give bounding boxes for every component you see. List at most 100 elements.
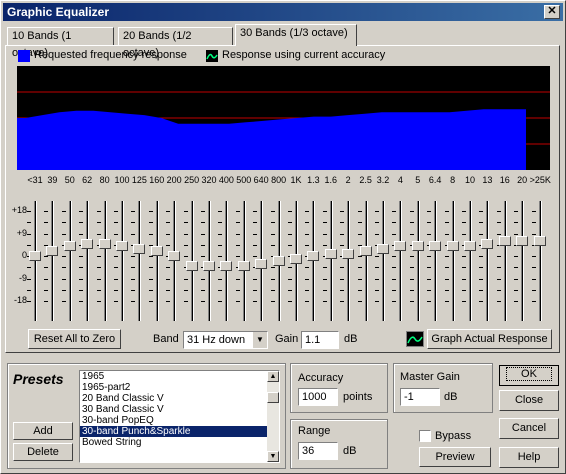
- slider-thumb[interactable]: [429, 241, 442, 251]
- slider-tick: [479, 256, 484, 257]
- slider-thumb[interactable]: [220, 261, 233, 271]
- slider-track[interactable]: [51, 201, 55, 321]
- master-gain-input[interactable]: -1: [400, 388, 440, 406]
- list-item[interactable]: 1965: [80, 371, 279, 382]
- band-select[interactable]: 31 Hz down ▼: [183, 331, 268, 349]
- slider-tick: [148, 267, 153, 269]
- chevron-down-icon[interactable]: ▼: [253, 332, 267, 348]
- slider-track[interactable]: [416, 201, 420, 321]
- tab-30-bands[interactable]: 30 Bands (1/3 octave): [235, 24, 357, 46]
- slider-tick: [96, 233, 101, 235]
- slider-track[interactable]: [347, 201, 351, 321]
- slider-thumb[interactable]: [116, 241, 128, 251]
- slider-thumb[interactable]: [533, 236, 546, 246]
- slider-track[interactable]: [34, 201, 37, 321]
- slider-track[interactable]: [538, 201, 542, 321]
- scroll-up-icon[interactable]: ▲: [267, 371, 279, 382]
- slider-tick: [340, 289, 345, 291]
- tab-10-bands[interactable]: 10 Bands (1 octave): [7, 27, 114, 59]
- slider-track[interactable]: [364, 201, 368, 321]
- slider-track[interactable]: [312, 201, 316, 321]
- ok-button[interactable]: OK: [499, 365, 559, 386]
- slider-thumb[interactable]: [81, 238, 94, 249]
- slider-track[interactable]: [86, 201, 90, 321]
- slider-thumb[interactable]: [46, 246, 59, 256]
- slider-thumb[interactable]: [133, 243, 146, 254]
- slider-track[interactable]: [451, 201, 455, 321]
- slider-thumb[interactable]: [237, 261, 250, 271]
- help-label: Help: [517, 451, 541, 463]
- slider-track[interactable]: [155, 201, 159, 321]
- slider-thumb[interactable]: [359, 246, 372, 256]
- bypass-checkbox[interactable]: [419, 430, 431, 442]
- slider-tick: [166, 289, 171, 291]
- close-button[interactable]: Close: [499, 390, 559, 411]
- slider-track[interactable]: [486, 201, 490, 321]
- list-item[interactable]: 20 Band Classic V: [80, 393, 279, 404]
- slider-tick: [44, 301, 49, 302]
- slider-thumb[interactable]: [481, 238, 494, 249]
- slider-thumb[interactable]: [516, 236, 529, 246]
- slider-thumb[interactable]: [150, 246, 163, 256]
- range-input[interactable]: 36: [298, 442, 338, 460]
- help-button[interactable]: Help: [499, 447, 559, 468]
- slider-track[interactable]: [521, 201, 525, 321]
- slider-thumb[interactable]: [203, 261, 215, 271]
- list-item[interactable]: 30 Band Classic V: [80, 404, 279, 415]
- delete-preset-button[interactable]: Delete: [13, 443, 73, 461]
- slider-track[interactable]: [469, 201, 472, 321]
- list-item-selected[interactable]: 30-band Punch&Sparkle: [80, 426, 279, 437]
- preview-button[interactable]: Preview: [419, 447, 491, 467]
- slider-tick: [479, 267, 484, 269]
- slider-track[interactable]: [434, 201, 438, 321]
- slider-thumb[interactable]: [498, 236, 511, 246]
- cancel-button[interactable]: Cancel: [499, 418, 559, 439]
- slider-thumb[interactable]: [464, 241, 476, 251]
- slider-track[interactable]: [382, 201, 385, 321]
- slider-tick: [183, 233, 188, 235]
- slider-thumb[interactable]: [377, 243, 389, 254]
- tab-20-bands[interactable]: 20 Bands (1/2 octave): [118, 27, 233, 59]
- slider-tick: [409, 222, 414, 224]
- add-preset-button[interactable]: Add: [13, 422, 73, 440]
- list-item[interactable]: Bowed String: [80, 437, 279, 448]
- slider-thumb[interactable]: [307, 251, 320, 261]
- slider-thumb[interactable]: [63, 241, 76, 251]
- gain-input[interactable]: 1.1: [301, 331, 339, 349]
- slider-tick: [253, 301, 258, 302]
- scroll-thumb[interactable]: [267, 392, 279, 403]
- slider-track[interactable]: [173, 201, 177, 321]
- slider-tick: [166, 278, 171, 280]
- slider-track[interactable]: [138, 201, 142, 321]
- slider-thumb[interactable]: [272, 256, 285, 266]
- slider-track[interactable]: [68, 201, 72, 321]
- slider-thumb[interactable]: [324, 248, 337, 259]
- slider-track[interactable]: [399, 201, 403, 321]
- slider-tick: [462, 267, 466, 269]
- slider-thumb[interactable]: [255, 258, 268, 269]
- close-window-button[interactable]: ✕: [544, 5, 560, 19]
- reset-all-button[interactable]: Reset All to Zero: [28, 329, 121, 349]
- presets-scrollbar[interactable]: ▲ ▼: [267, 371, 279, 462]
- slider-track[interactable]: [121, 201, 124, 321]
- slider-thumb[interactable]: [394, 241, 407, 251]
- accuracy-input[interactable]: 1000: [298, 388, 338, 406]
- scroll-down-icon[interactable]: ▼: [267, 451, 279, 462]
- slider-thumb[interactable]: [290, 253, 302, 264]
- list-item[interactable]: 30-band PopEQ: [80, 415, 279, 426]
- slider-thumb[interactable]: [185, 261, 198, 271]
- slider-track[interactable]: [329, 201, 333, 321]
- slider-tick: [148, 301, 153, 302]
- presets-list[interactable]: 1965 1965-part2 20 Band Classic V 30 Ban…: [79, 370, 280, 463]
- slider-thumb[interactable]: [98, 238, 111, 249]
- graph-actual-response-button[interactable]: Graph Actual Response: [427, 329, 552, 349]
- slider-thumb[interactable]: [446, 241, 459, 251]
- slider-thumb[interactable]: [411, 241, 424, 251]
- slider-track[interactable]: [503, 201, 507, 321]
- slider-thumb[interactable]: [168, 251, 181, 261]
- list-item[interactable]: 1965-part2: [80, 382, 279, 393]
- slider-thumb[interactable]: [342, 248, 355, 259]
- slider-tick: [444, 256, 449, 257]
- slider-thumb[interactable]: [29, 251, 41, 261]
- slider-track[interactable]: [103, 201, 107, 321]
